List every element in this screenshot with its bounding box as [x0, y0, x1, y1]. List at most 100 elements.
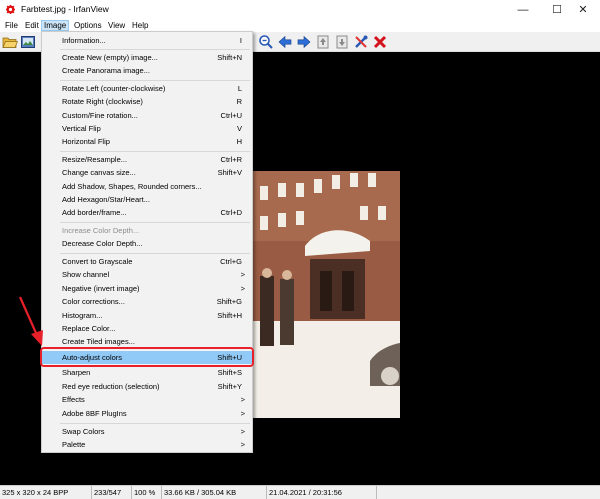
menu-item-label: Convert to Grayscale: [62, 257, 133, 266]
submenu-arrow-icon: >: [240, 395, 245, 404]
menu-item-change-canvas-size[interactable]: Change canvas size... Shift+V: [42, 166, 252, 179]
arrow-right-icon[interactable]: [296, 34, 312, 50]
menu-item-label: Rotate Left (counter-clockwise): [62, 84, 166, 93]
menu-item-show-channel[interactable]: Show channel >: [42, 268, 252, 281]
menu-item-rotate-left[interactable]: Rotate Left (counter-clockwise) L: [42, 82, 252, 95]
menu-item-effects[interactable]: Effects >: [42, 393, 252, 406]
menu-item-add-shadow[interactable]: Add Shadow, Shapes, Rounded corners...: [42, 180, 252, 193]
menu-item-label: Palette: [62, 440, 86, 449]
zoom-out-icon[interactable]: [258, 34, 274, 50]
menu-item-palette[interactable]: Palette >: [42, 438, 252, 451]
menu-separator: [60, 423, 250, 424]
menu-item-label: Add Shadow, Shapes, Rounded corners...: [62, 182, 202, 191]
submenu-arrow-icon: >: [240, 270, 245, 279]
menu-item-label: Sharpen: [62, 368, 91, 377]
folder-open-icon[interactable]: [2, 34, 18, 50]
image-menu-dropdown: Information... I Create New (empty) imag…: [41, 31, 253, 453]
irfanview-app-icon[interactable]: [5, 4, 16, 15]
menu-item-rotate-right[interactable]: Rotate Right (clockwise) R: [42, 95, 252, 108]
menu-item-negative[interactable]: Negative (invert image) >: [42, 282, 252, 295]
menu-item-vertical-flip[interactable]: Vertical Flip V: [42, 122, 252, 135]
menu-item-convert-grayscale[interactable]: Convert to Grayscale Ctrl+G: [42, 255, 252, 268]
menu-item-shortcut: Ctrl+U: [220, 111, 242, 120]
menu-item-information[interactable]: Information... I: [42, 34, 252, 47]
menu-item-add-border[interactable]: Add border/frame... Ctrl+D: [42, 206, 252, 219]
menu-item-label: Effects: [62, 395, 85, 404]
menu-item-sharpen[interactable]: Sharpen Shift+S: [42, 366, 252, 379]
menu-item-add-hexagon[interactable]: Add Hexagon/Star/Heart...: [42, 193, 252, 206]
menu-options[interactable]: Options: [72, 20, 104, 31]
menu-separator: [60, 222, 250, 223]
close-button[interactable]: ✕: [566, 0, 600, 19]
menu-help[interactable]: Help: [130, 20, 150, 31]
photo-image: [250, 171, 400, 418]
menu-separator: [60, 151, 250, 152]
menu-item-create-new-image[interactable]: Create New (empty) image... Shift+N: [42, 51, 252, 64]
menu-separator: [60, 80, 250, 81]
menu-item-label: Red eye reduction (selection): [62, 382, 160, 391]
menu-item-label: Show channel: [62, 270, 110, 279]
menu-item-shortcut: Ctrl+G: [220, 257, 242, 266]
menu-item-shortcut: Shift+Y: [217, 382, 242, 391]
menu-item-shortcut: Shift+V: [217, 168, 242, 177]
menu-item-shortcut: V: [236, 124, 242, 133]
menu-item-label: Add border/frame...: [62, 208, 127, 217]
menu-item-shortcut: Shift+G: [216, 297, 242, 306]
annotation-highlight-box: [40, 347, 254, 367]
menu-item-color-corrections[interactable]: Color corrections... Shift+G: [42, 295, 252, 308]
menu-item-replace-color[interactable]: Replace Color...: [42, 322, 252, 335]
menu-item-shortcut: I: [239, 36, 242, 45]
submenu-arrow-icon: >: [240, 409, 245, 418]
menu-item-shortcut: Shift+N: [217, 53, 242, 62]
menu-item-label: Adobe 8BF PlugIns: [62, 409, 127, 418]
menu-image[interactable]: Image: [41, 20, 70, 31]
menu-item-histogram[interactable]: Histogram... Shift+H: [42, 309, 252, 322]
menu-item-label: Decrease Color Depth...: [62, 239, 143, 248]
menu-item-label: Horizontal Flip: [62, 137, 110, 146]
menu-item-label: Increase Color Depth...: [62, 226, 140, 235]
submenu-arrow-icon: >: [240, 440, 245, 449]
menu-edit[interactable]: Edit: [23, 20, 41, 31]
menu-item-label: Negative (invert image): [62, 284, 140, 293]
menu-file[interactable]: File: [3, 20, 20, 31]
status-datetime: 21.04.2021 / 20:31:56: [267, 486, 377, 499]
menu-item-horizontal-flip[interactable]: Horizontal Flip H: [42, 135, 252, 148]
menu-item-shortcut: H: [236, 137, 242, 146]
menu-item-custom-rotation[interactable]: Custom/Fine rotation... Ctrl+U: [42, 109, 252, 122]
status-index: 233/547: [92, 486, 132, 499]
menu-item-label: Replace Color...: [62, 324, 116, 333]
submenu-arrow-icon: >: [240, 284, 245, 293]
submenu-arrow-icon: >: [240, 427, 245, 436]
page-up-icon[interactable]: [315, 34, 331, 50]
menu-item-label: Create Tiled images...: [62, 337, 135, 346]
close-red-icon[interactable]: [372, 34, 388, 50]
menu-item-red-eye-reduction[interactable]: Red eye reduction (selection) Shift+Y: [42, 380, 252, 393]
menu-item-label: Custom/Fine rotation...: [62, 111, 138, 120]
arrow-left-icon[interactable]: [277, 34, 293, 50]
menu-item-swap-colors[interactable]: Swap Colors >: [42, 425, 252, 438]
menu-item-create-panorama[interactable]: Create Panorama image...: [42, 64, 252, 77]
status-dimensions: 325 x 320 x 24 BPP: [0, 486, 92, 499]
menu-item-resize[interactable]: Resize/Resample... Ctrl+R: [42, 153, 252, 166]
menu-item-label: Histogram...: [62, 311, 103, 320]
menu-item-decrease-color-depth[interactable]: Decrease Color Depth...: [42, 237, 252, 250]
menu-item-increase-color-depth: Increase Color Depth...: [42, 224, 252, 237]
menu-item-label: Rotate Right (clockwise): [62, 97, 143, 106]
menu-item-shortcut: R: [236, 97, 242, 106]
menu-item-shortcut: Shift+S: [217, 368, 242, 377]
menu-view[interactable]: View: [106, 20, 127, 31]
menu-item-label: Resize/Resample...: [62, 155, 128, 164]
menu-item-label: Change canvas size...: [62, 168, 136, 177]
menu-item-shortcut: Ctrl+D: [220, 208, 242, 217]
menu-item-label: Create New (empty) image...: [62, 53, 158, 62]
tools-icon[interactable]: [353, 34, 369, 50]
menu-item-shortcut: Ctrl+R: [220, 155, 242, 164]
menu-separator: [60, 49, 250, 50]
slideshow-icon[interactable]: [20, 34, 36, 50]
menu-item-label: Vertical Flip: [62, 124, 101, 133]
minimize-button[interactable]: —: [506, 0, 540, 19]
status-zoom: 100 %: [132, 486, 162, 499]
menu-item-label: Add Hexagon/Star/Heart...: [62, 195, 150, 204]
page-down-icon[interactable]: [334, 34, 350, 50]
menu-item-adobe-8bf-plugins[interactable]: Adobe 8BF PlugIns >: [42, 407, 252, 420]
